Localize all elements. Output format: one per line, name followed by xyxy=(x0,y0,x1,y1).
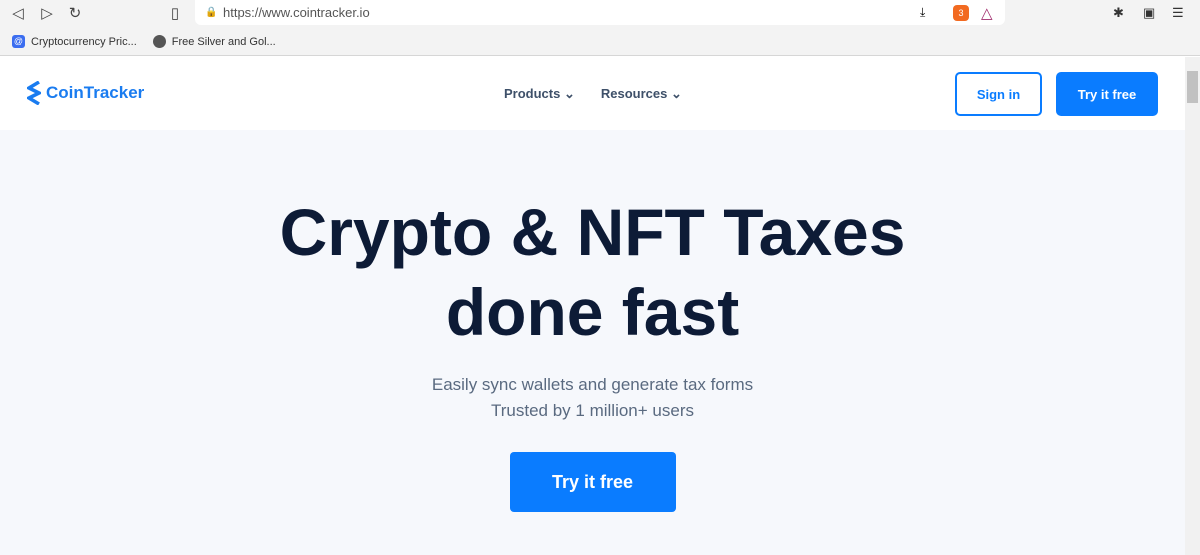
extensions-icon[interactable]: ✱ xyxy=(1113,5,1124,21)
bookmark-favicon-icon: @ xyxy=(12,35,25,48)
url-text: https://www.cointracker.io xyxy=(223,5,370,20)
title-line: Crypto & NFT Taxes xyxy=(279,195,906,269)
nav-products[interactable]: Products ⌄ xyxy=(504,86,575,102)
brave-badge: 3 xyxy=(958,7,964,18)
hero-title: Crypto & NFT Taxes done fast xyxy=(0,192,1185,352)
hero-section: Crypto & NFT Taxes done fast Easily sync … xyxy=(0,130,1185,555)
bookmark-label: Cryptocurrency Pric... xyxy=(31,35,137,48)
brave-shield-icon[interactable]: 3 xyxy=(953,4,969,21)
chevron-down-icon: ⌄ xyxy=(563,86,575,101)
browser-toolbar: ◁ ▷ ↻ ▯ 🔒 https://www.cointracker.io ⤓ 3… xyxy=(0,0,1200,28)
bookmark-label: Free Silver and Gol... xyxy=(171,35,276,48)
bookmark-item[interactable]: @ Cryptocurrency Pric... xyxy=(12,35,137,48)
reload-icon[interactable]: ↻ xyxy=(65,4,85,24)
nav-label: Products xyxy=(504,86,561,101)
title-line: done fast xyxy=(445,275,740,349)
globe-icon xyxy=(152,35,166,48)
subtitle-line: Easily sync wallets and generate tax for… xyxy=(431,375,754,394)
forward-icon[interactable]: ▷ xyxy=(37,4,57,24)
site-header: CoinTracker Products ⌄ Resources ⌄ Sign … xyxy=(0,56,1200,130)
back-icon[interactable]: ◁ xyxy=(8,4,28,24)
scrollbar[interactable] xyxy=(1185,57,1200,555)
logo-text: CoinTracker xyxy=(46,83,145,102)
nav-resources[interactable]: Resources ⌄ xyxy=(601,86,682,102)
try-free-cta-button[interactable]: Try it free xyxy=(509,452,676,512)
bookmark-item[interactable]: Free Silver and Gol... xyxy=(152,35,276,48)
chevron-down-icon: ⌄ xyxy=(670,86,682,101)
hero-subtitle: Easily sync wallets and generate tax for… xyxy=(0,372,1185,424)
lock-icon: 🔒 xyxy=(205,7,218,18)
bookmarks-bar: @ Cryptocurrency Pric... Free Silver and … xyxy=(0,28,1200,56)
download-icon[interactable]: ⤓ xyxy=(920,5,925,20)
menu-icon[interactable]: ☰ xyxy=(1172,5,1184,21)
brave-rewards-icon[interactable]: △ xyxy=(981,4,993,22)
subtitle-line: Trusted by 1 million+ users xyxy=(491,401,694,420)
logo[interactable]: CoinTracker xyxy=(27,81,144,105)
scrollbar-thumb[interactable] xyxy=(1187,71,1198,103)
address-bar[interactable]: 🔒 https://www.cointracker.io ⤓ 3 △ xyxy=(195,0,1005,25)
cointracker-logo-icon xyxy=(27,81,41,105)
try-free-header-button[interactable]: Try it free xyxy=(1056,72,1158,116)
sign-in-button[interactable]: Sign in xyxy=(955,72,1042,116)
bookmark-icon[interactable]: ▯ xyxy=(165,4,185,24)
wallet-icon[interactable]: ▣ xyxy=(1143,5,1155,21)
nav-label: Resources xyxy=(600,86,668,101)
